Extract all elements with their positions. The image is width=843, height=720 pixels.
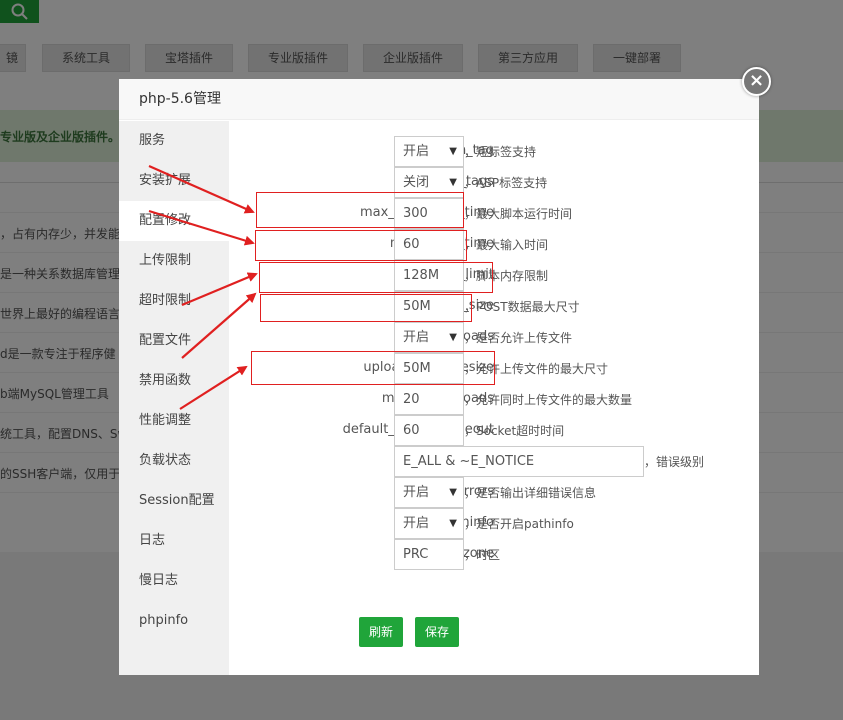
caret-down-icon: ▼ bbox=[449, 518, 457, 529]
sidebar-item[interactable]: phpinfo bbox=[119, 601, 229, 641]
form-row: cgi.fix_pathinfo开启▼，是否开启pathinfo bbox=[229, 508, 759, 539]
field-value: E_ALL & ~E_NOTICE bbox=[403, 454, 535, 469]
field-hint: ，短标签支持 bbox=[464, 145, 537, 159]
form-row: max_file_uploads20，允许同时上传文件的最大数量 bbox=[229, 384, 759, 415]
field-select[interactable]: 开启 ▼ bbox=[394, 322, 464, 353]
highlight-box-input-time bbox=[255, 230, 467, 261]
sidebar-item[interactable]: 慢日志 bbox=[119, 561, 229, 601]
field-select[interactable]: 开启 ▼ bbox=[394, 508, 464, 539]
field-hint: ，POST数据最大尺寸 bbox=[464, 300, 580, 314]
sidebar-item[interactable]: 超时限制 bbox=[119, 281, 229, 321]
field-hint: ，是否输出详细错误信息 bbox=[464, 486, 597, 500]
field-hint: ，允许同时上传文件的最大数量 bbox=[464, 393, 633, 407]
highlight-box-execution-time bbox=[256, 192, 464, 228]
field-value: PRC bbox=[403, 547, 429, 562]
form-row: short_open_tag开启▼，短标签支持 bbox=[229, 136, 759, 167]
form-row: file_uploads开启▼，是否允许上传文件 bbox=[229, 322, 759, 353]
sidebar-item[interactable]: Session配置 bbox=[119, 481, 229, 521]
caret-down-icon: ▼ bbox=[449, 487, 457, 498]
field-hint: ，是否开启pathinfo bbox=[464, 517, 574, 531]
field-hint: ，错误级别 bbox=[644, 455, 705, 469]
sidebar-item[interactable]: 禁用函数 bbox=[119, 361, 229, 401]
sidebar-item[interactable]: 日志 bbox=[119, 521, 229, 561]
field-value: 关闭 bbox=[403, 175, 430, 190]
field-value: 20 bbox=[403, 392, 420, 407]
dialog-sidebar: 服务 安装扩展 配置修改 上传限制 超时限制 配置文件 禁用函数 性能调整 负载状态 Sessio… bbox=[119, 121, 229, 675]
sidebar-item[interactable]: 服务 bbox=[119, 121, 229, 161]
form-row: display_errors开启▼，是否输出详细错误信息 bbox=[229, 477, 759, 508]
form-row: error_reportingE_ALL & ~E_NOTICE，错误级别 bbox=[229, 446, 759, 477]
field-hint: ，时区 bbox=[464, 548, 501, 562]
caret-down-icon: ▼ bbox=[449, 146, 457, 157]
close-icon[interactable]: × bbox=[742, 67, 771, 96]
sidebar-item[interactable]: 配置修改 bbox=[119, 201, 229, 241]
field-input[interactable]: E_ALL & ~E_NOTICE bbox=[394, 446, 644, 477]
field-hint: ，Socket超时时间 bbox=[464, 424, 565, 438]
sidebar-item[interactable]: 负载状态 bbox=[119, 441, 229, 481]
field-hint: ，ASP标签支持 bbox=[464, 176, 548, 190]
field-input[interactable]: 20 bbox=[394, 384, 464, 415]
highlight-box-upload-max-filesize bbox=[251, 351, 495, 385]
field-value: 开启 bbox=[403, 144, 430, 159]
field-select[interactable]: 开启 ▼ bbox=[394, 477, 464, 508]
field-select[interactable]: 开启 ▼ bbox=[394, 136, 464, 167]
sidebar-item[interactable]: 安装扩展 bbox=[119, 161, 229, 201]
field-value: 开启 bbox=[403, 516, 430, 531]
sidebar-item[interactable]: 配置文件 bbox=[119, 321, 229, 361]
field-input[interactable]: 60 bbox=[394, 415, 464, 446]
field-hint: ，最大脚本运行时间 bbox=[464, 207, 573, 221]
refresh-button[interactable]: 刷新 bbox=[359, 617, 403, 647]
field-value: 60 bbox=[403, 423, 420, 438]
sidebar-item[interactable]: 上传限制 bbox=[119, 241, 229, 281]
highlight-box-memory-limit bbox=[259, 262, 493, 293]
field-value: 开启 bbox=[403, 330, 430, 345]
dialog-title: php-5.6管理 bbox=[119, 79, 759, 120]
field-hint: ，是否允许上传文件 bbox=[464, 331, 573, 345]
highlight-box-post-max-size bbox=[260, 294, 472, 322]
form-row: date.timezonePRC，时区 bbox=[229, 539, 759, 570]
field-value: 开启 bbox=[403, 485, 430, 500]
save-button[interactable]: 保存 bbox=[415, 617, 459, 647]
field-input[interactable]: PRC bbox=[394, 539, 464, 570]
field-hint: ，最大输入时间 bbox=[464, 238, 549, 252]
sidebar-item[interactable]: 性能调整 bbox=[119, 401, 229, 441]
caret-down-icon: ▼ bbox=[449, 332, 457, 343]
form-row: default_socket_timeout60，Socket超时时间 bbox=[229, 415, 759, 446]
